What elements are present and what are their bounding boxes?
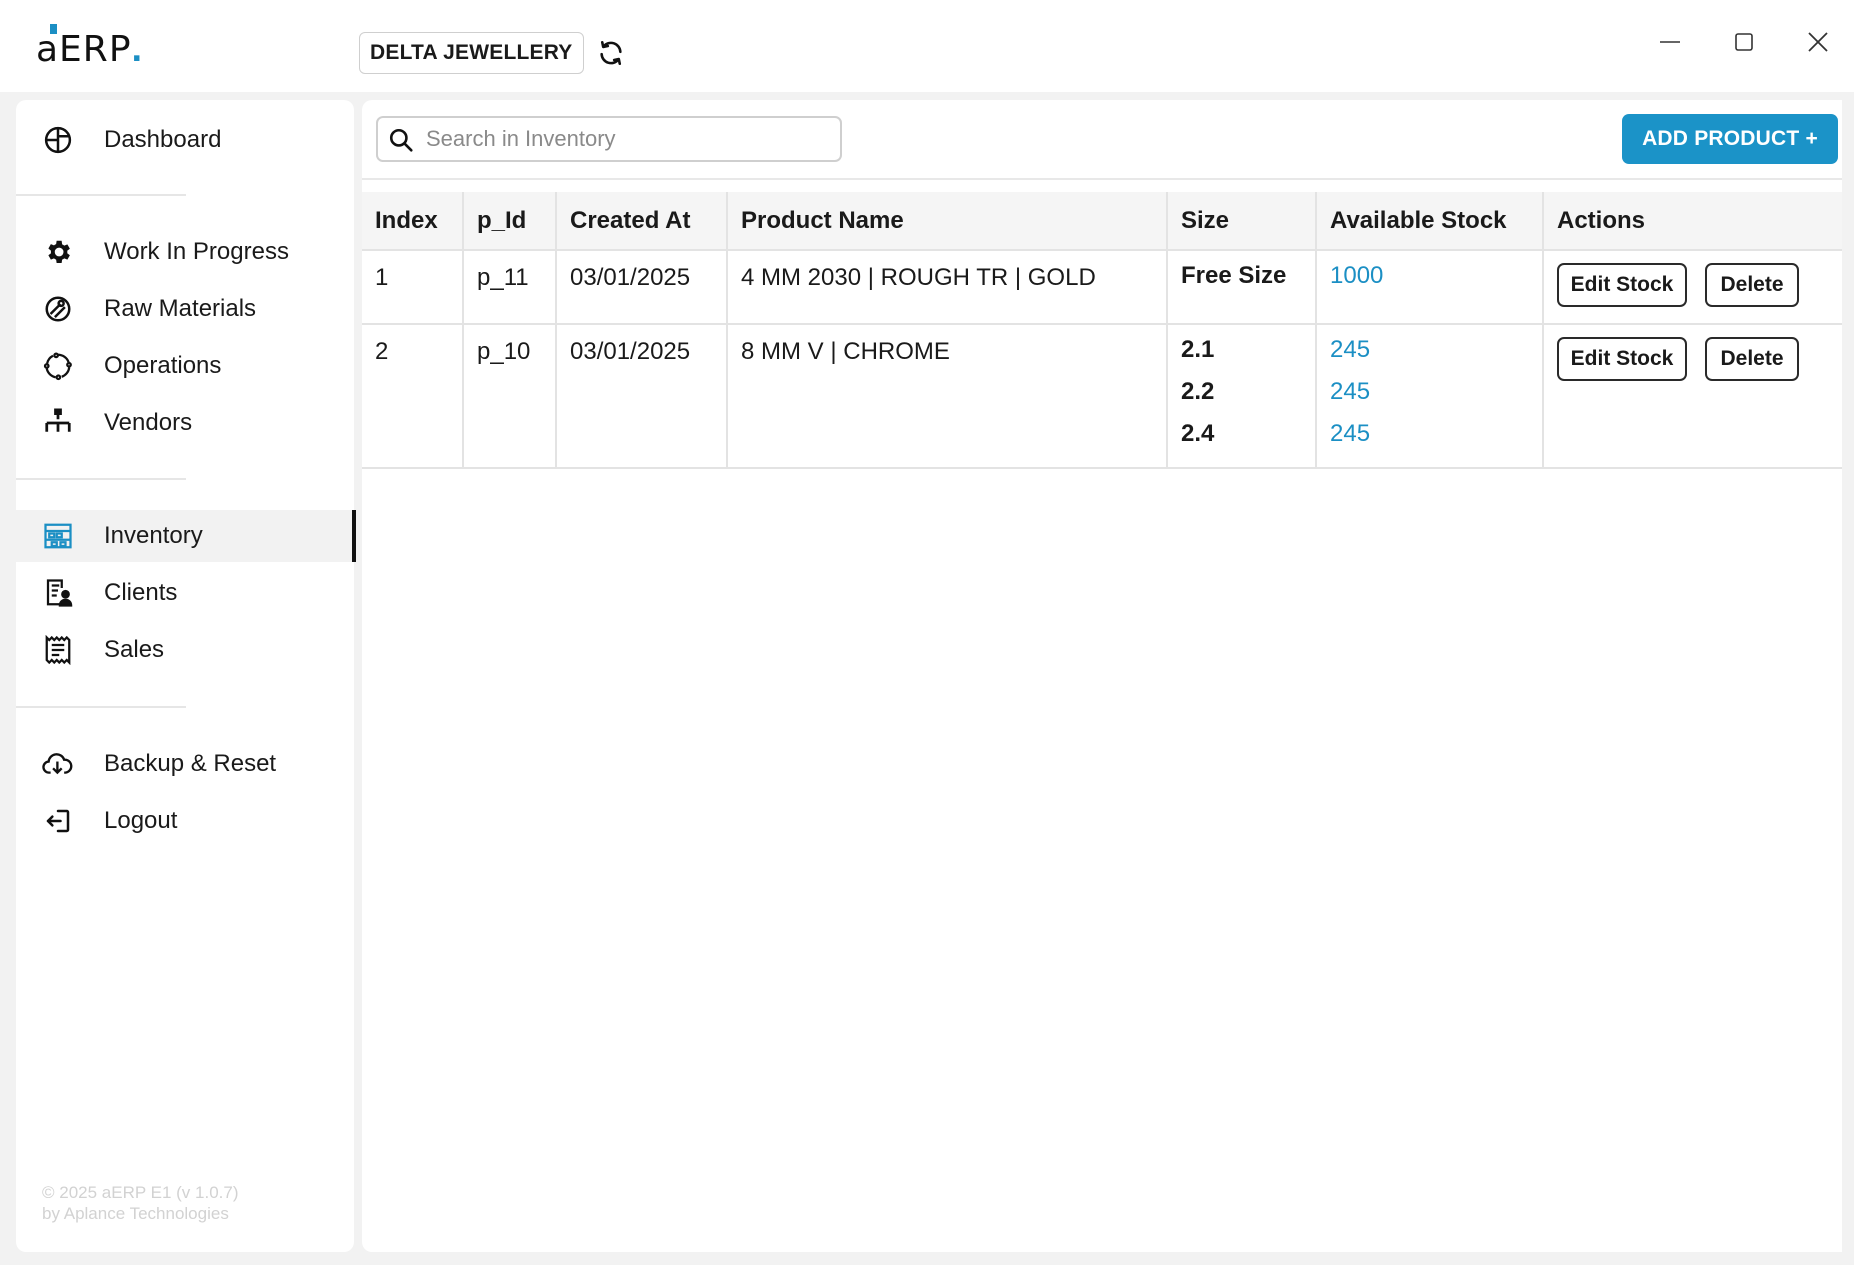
sidebar-item-inventory[interactable]: Inventory: [16, 510, 356, 562]
sidebar: Dashboard Work In Progress Raw Materials…: [16, 100, 356, 1252]
sidebar-item-dashboard[interactable]: Dashboard: [16, 114, 354, 166]
cell-created-at: 03/01/2025: [556, 324, 728, 469]
search-box[interactable]: [376, 116, 842, 162]
refresh-button[interactable]: [594, 36, 628, 70]
size-value: 2.2: [1181, 378, 1215, 405]
inventory-table: Index p_Id Created At Product Name Size …: [362, 192, 1842, 469]
sidebar-item-backup-reset[interactable]: Backup & Reset: [16, 738, 354, 790]
delete-button[interactable]: Delete: [1705, 337, 1799, 381]
sidebar-item-sales[interactable]: Sales: [16, 624, 354, 676]
edit-stock-button[interactable]: Edit Stock: [1557, 337, 1687, 381]
sidebar-item-label: Sales: [104, 636, 165, 663]
copyright-line: by Aplance Technologies: [42, 1204, 229, 1223]
logout-icon: [42, 805, 74, 837]
cell-available-stock: 1000: [1316, 250, 1544, 325]
minimize-icon: [1660, 41, 1680, 43]
sidebar-item-logout[interactable]: Logout: [16, 795, 354, 847]
operations-icon: [42, 350, 74, 382]
vendors-icon: [42, 407, 74, 439]
sidebar-item-label: Logout: [104, 807, 178, 834]
cell-index: 2: [362, 324, 464, 469]
stock-value[interactable]: 245: [1330, 413, 1529, 455]
sidebar-divider: [16, 194, 186, 196]
logo-text: aERP: [36, 24, 132, 68]
logo-dot: .: [131, 28, 143, 70]
stock-value[interactable]: 245: [1330, 371, 1529, 413]
search-icon: [389, 128, 413, 152]
sidebar-item-clients[interactable]: Clients: [16, 567, 354, 619]
table-row: 1 p_11 03/01/2025 4 MM 2030 | ROUGH TR |…: [362, 250, 1842, 325]
column-header-available-stock[interactable]: Available Stock: [1316, 192, 1544, 251]
cell-size: Free Size: [1167, 250, 1317, 325]
sidebar-item-label: Backup & Reset: [104, 750, 277, 777]
inventory-icon: [42, 520, 74, 552]
sidebar-item-label: Raw Materials: [104, 295, 257, 322]
sidebar-item-operations[interactable]: Operations: [16, 340, 354, 392]
clients-icon: [42, 577, 74, 609]
dashboard-icon: [42, 124, 74, 156]
edit-stock-button[interactable]: Edit Stock: [1557, 263, 1687, 307]
refresh-icon: [600, 40, 622, 66]
sidebar-item-label: Work In Progress: [104, 238, 289, 265]
stock-value[interactable]: 245: [1330, 329, 1529, 371]
maximize-button[interactable]: [1724, 22, 1764, 62]
sidebar-divider: [16, 478, 186, 480]
stock-value[interactable]: 1000: [1330, 255, 1529, 297]
sidebar-item-vendors[interactable]: Vendors: [16, 397, 354, 449]
close-button[interactable]: [1798, 22, 1838, 62]
column-header-size[interactable]: Size: [1167, 192, 1317, 251]
delete-button[interactable]: Delete: [1705, 263, 1799, 307]
maximize-icon: [1735, 33, 1753, 51]
logo-mark: [50, 24, 57, 34]
cell-p-id: p_10: [463, 324, 557, 469]
size-value: Free Size: [1181, 262, 1287, 289]
sidebar-item-label: Dashboard: [104, 126, 222, 153]
cell-available-stock: 245 245 245: [1316, 324, 1544, 469]
title-bar: aERP. DELTA JEWELLERY: [0, 0, 1854, 92]
close-icon: [1808, 32, 1828, 52]
app-logo: aERP.: [36, 24, 142, 68]
cell-p-id: p_11: [463, 250, 557, 325]
sidebar-item-label: Vendors: [104, 409, 193, 436]
add-product-button[interactable]: ADD PRODUCT +: [1622, 114, 1838, 164]
minimize-button[interactable]: [1650, 22, 1690, 62]
cell-product-name: 8 MM V | CHROME: [727, 324, 1168, 469]
sidebar-divider: [16, 706, 186, 708]
copyright-line: © 2025 aERP E1 (v 1.0.7): [42, 1183, 239, 1202]
cell-index: 1: [362, 250, 464, 325]
cloud-icon: [42, 748, 74, 780]
company-selector[interactable]: DELTA JEWELLERY: [359, 32, 584, 74]
gear-icon: [42, 236, 74, 268]
cell-size: 2.1 2.2 2.4: [1167, 324, 1317, 469]
copyright: © 2025 aERP E1 (v 1.0.7) by Aplance Tech…: [42, 1182, 239, 1224]
column-header-product-name[interactable]: Product Name: [727, 192, 1168, 251]
inventory-panel: ADD PRODUCT + Index p_Id Created At Prod…: [362, 100, 1842, 1252]
sales-icon: [42, 634, 74, 666]
cell-actions: Edit Stock Delete: [1543, 324, 1842, 469]
sidebar-item-label: Operations: [104, 352, 222, 379]
cell-actions: Edit Stock Delete: [1543, 250, 1842, 325]
cell-product-name: 4 MM 2030 | ROUGH TR | GOLD: [727, 250, 1168, 325]
column-header-p-id[interactable]: p_Id: [463, 192, 557, 251]
column-header-created-at[interactable]: Created At: [556, 192, 728, 251]
sidebar-item-label: Inventory: [104, 522, 203, 549]
column-header-actions: Actions: [1543, 192, 1842, 251]
cell-created-at: 03/01/2025: [556, 250, 728, 325]
size-value: 2.1: [1181, 336, 1215, 363]
size-value: 2.4: [1181, 420, 1215, 447]
toolbar-divider: [362, 178, 1842, 180]
raw-materials-icon: [42, 293, 74, 325]
sidebar-item-raw-materials[interactable]: Raw Materials: [16, 283, 354, 335]
column-header-index[interactable]: Index: [362, 192, 464, 251]
sidebar-item-label: Clients: [104, 579, 178, 606]
sidebar-item-work-in-progress[interactable]: Work In Progress: [16, 226, 354, 278]
search-input[interactable]: [426, 124, 826, 154]
table-header-row: Index p_Id Created At Product Name Size …: [362, 192, 1842, 251]
table-row: 2 p_10 03/01/2025 8 MM V | CHROME 2.1 2.…: [362, 324, 1842, 469]
